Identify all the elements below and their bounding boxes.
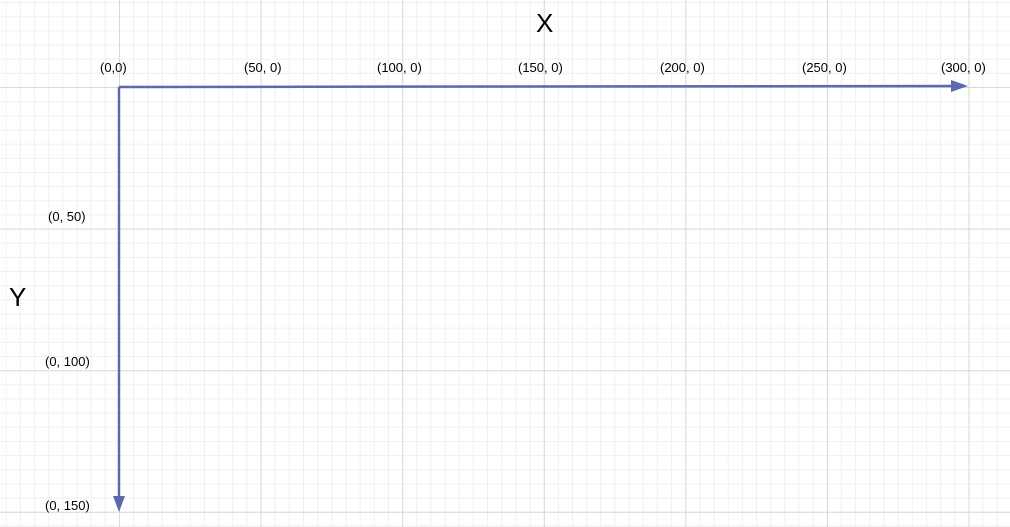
origin-label: (0,0)	[100, 60, 127, 75]
y-axis-arrowhead	[113, 496, 125, 512]
x-tick-label-300: (300, 0)	[941, 60, 986, 75]
y-axis-title: Y	[9, 282, 27, 312]
x-axis-title: X	[536, 8, 554, 38]
y-tick-label-100: (0, 100)	[45, 354, 90, 369]
coordinate-diagram: X Y (0,0) (50, 0) (100, 0) (150, 0) (200…	[0, 0, 1010, 527]
x-axis-arrowhead	[951, 80, 968, 92]
x-tick-label-200: (200, 0)	[660, 60, 705, 75]
axes-layer	[113, 80, 968, 512]
x-axis-line	[118, 84, 956, 89]
y-tick-label-150: (0, 150)	[45, 498, 90, 513]
x-tick-label-150: (150, 0)	[518, 60, 563, 75]
x-tick-label-100: (100, 0)	[377, 60, 422, 75]
x-tick-label-50: (50, 0)	[244, 60, 282, 75]
y-tick-label-50: (0, 50)	[48, 209, 86, 224]
x-tick-label-250: (250, 0)	[802, 60, 847, 75]
